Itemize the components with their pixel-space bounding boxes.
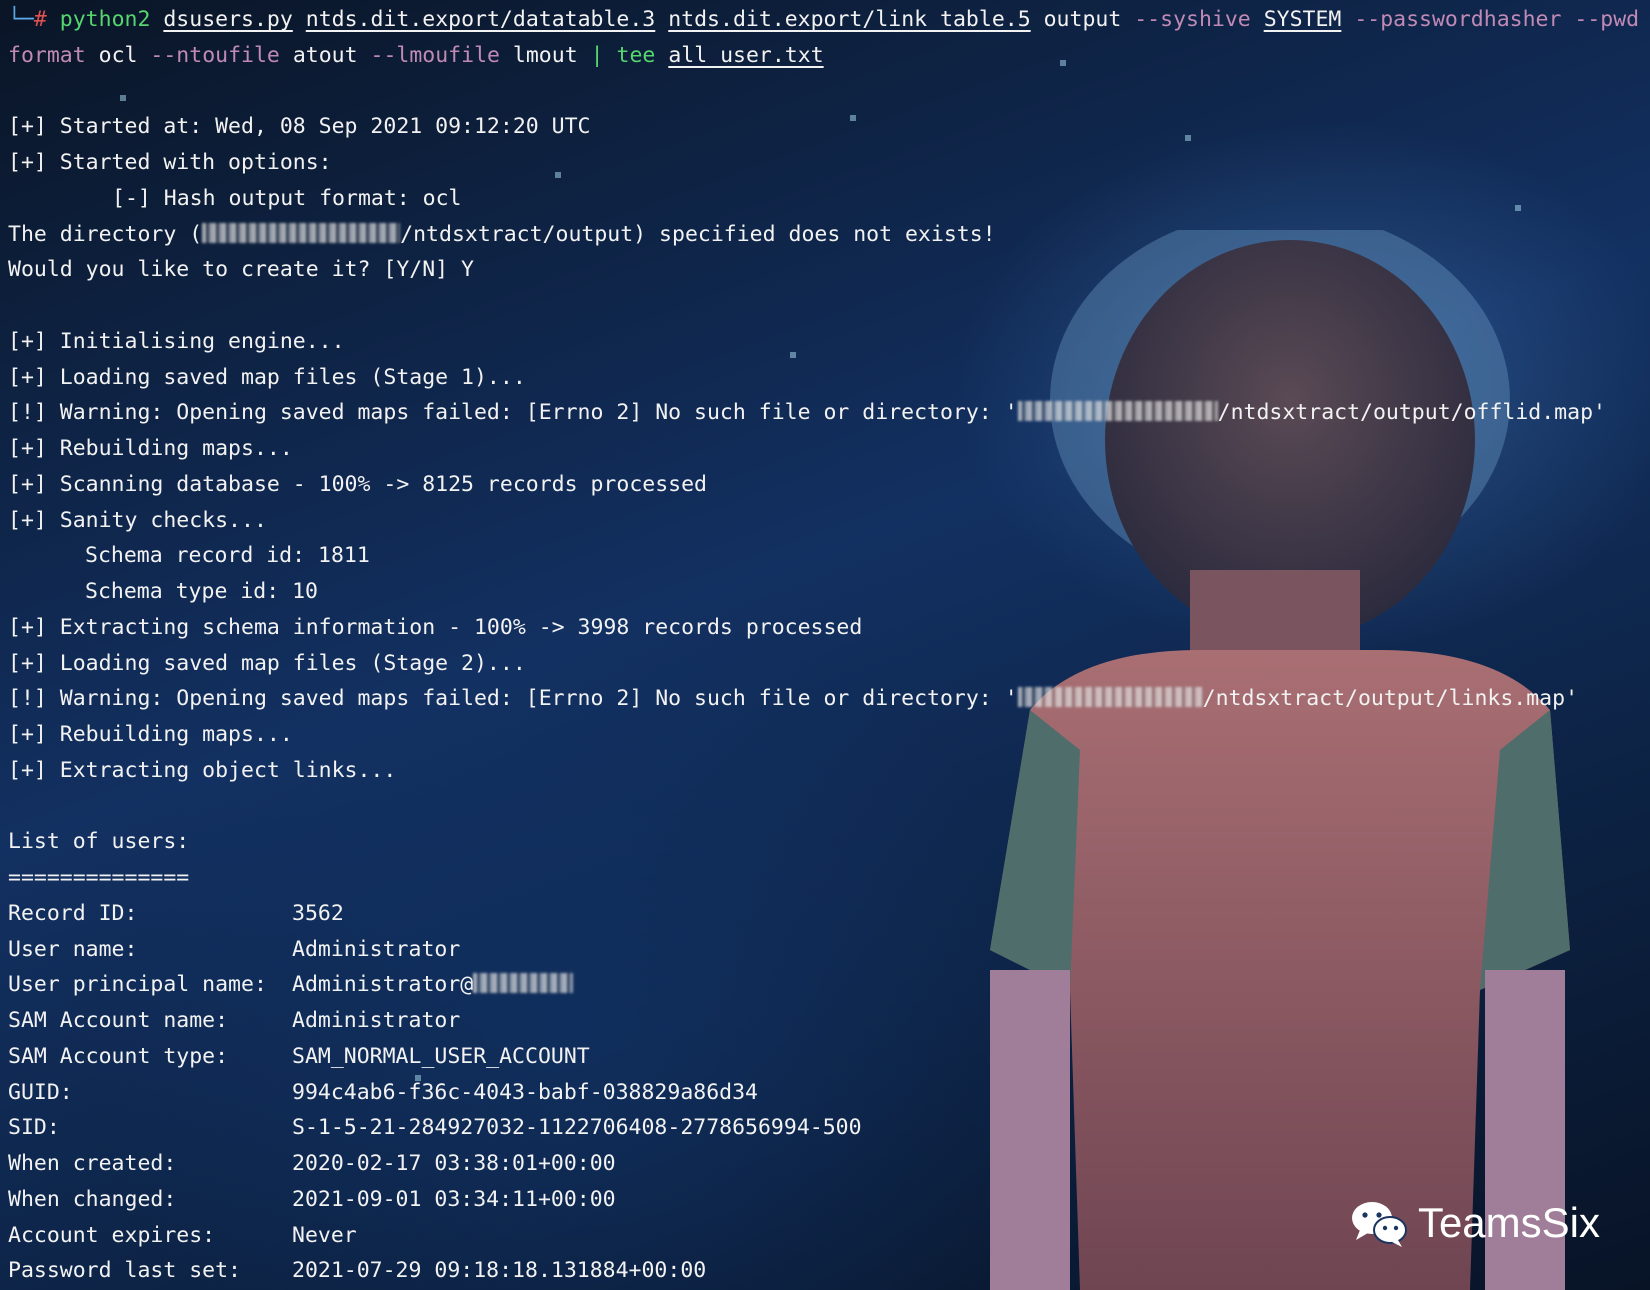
command-pwdformat-flag-start: --pwd — [1574, 7, 1640, 32]
guid-row: GUID: 994c4ab6-f36c-4043-babf-038829a86d3… — [8, 1075, 1642, 1111]
output-sanity-checks: [+] Sanity checks... — [8, 507, 267, 533]
command-ntoufile-flag: --ntoufile — [150, 42, 280, 68]
command-linktable-arg: ntds.dit.export/link_table.5 — [668, 7, 1031, 32]
wechat-icon — [1351, 1202, 1407, 1247]
upn-value: Administrator@ — [292, 972, 474, 998]
command-syshive-value: SYSTEM — [1263, 7, 1342, 32]
output-loading-stage2: [+] Loading saved map files (Stage 2)... — [8, 650, 526, 676]
field-label: Account expires: — [8, 1222, 216, 1248]
watermark-text: TeamsSix — [1417, 1199, 1600, 1246]
command-passwordhasher-flag: --passwordhasher — [1354, 7, 1562, 32]
warning-suffix: /ntdsxtract/output/offlid.map' — [1217, 400, 1606, 426]
field-label: User name: — [8, 936, 138, 962]
user-name-row: User name: Administrator — [8, 932, 1642, 968]
output-extracting-schema: [+] Extracting schema information - 100%… — [8, 614, 863, 640]
output-rebuilding-maps: [+] Rebuilding maps... — [8, 722, 293, 747]
output-extracting-links: [+] Extracting object links... — [8, 757, 397, 783]
field-value: 2021-07-29 09:18:18.131884+00:00 — [292, 1258, 707, 1284]
field-value: Administrator — [292, 1008, 461, 1033]
sam-account-name-row: SAM Account name: Administrator — [8, 1003, 1642, 1039]
terminal-output: └─# python2 dsusers.py ntds.dit.export/d… — [0, 0, 1650, 1290]
user-record-id-row: Record ID: 3562 — [8, 896, 1642, 932]
field-label: Record ID: — [8, 900, 138, 926]
output-started-at: [+] Started at: Wed, 08 Sep 2021 09:12:2… — [8, 114, 591, 140]
output-rebuilding-maps: [+] Rebuilding maps... — [8, 436, 293, 461]
field-value: 3562 — [292, 900, 344, 926]
output-loading-stage1: [+] Loading saved map files (Stage 1)... — [8, 364, 526, 390]
output-hash-format: [-] Hash output format: ocl — [112, 185, 462, 211]
warning-prefix: [!] Warning: Opening saved maps failed: … — [8, 686, 1018, 712]
field-label: SAM Account type: — [8, 1043, 229, 1069]
output-started-options: [+] Started with options: — [8, 150, 332, 175]
sid-row: SID: S-1-5-21-284927032-1122706408-277865… — [8, 1110, 1642, 1146]
command-tee-file: all_user.txt — [668, 42, 824, 68]
command-script: dsusers.py — [163, 7, 293, 32]
field-label: GUID: — [8, 1079, 73, 1105]
command-line-2: format ocl --ntoufile atout --lmoufile l… — [8, 38, 1642, 74]
command-datatable-arg: ntds.dit.export/datatable.3 — [305, 7, 656, 32]
output-create-prompt: Would you like to create it? [Y/N] Y — [8, 257, 474, 283]
output-schema-record: Schema record id: 1811 — [85, 543, 370, 569]
command-pipe: | — [590, 42, 604, 68]
output-init-engine: [+] Initialising engine... — [8, 328, 345, 354]
field-value: S-1-5-21-284927032-1122706408-2778656994… — [292, 1115, 862, 1141]
command-output-arg: output — [1043, 7, 1122, 32]
field-value: SAM_NORMAL_USER_ACCOUNT — [292, 1043, 590, 1069]
command-lmoufile-flag: --lmoufile — [370, 42, 500, 68]
field-value: 994c4ab6-f36c-4043-babf-038829a86d34 — [292, 1079, 758, 1105]
redacted-domain — [473, 973, 574, 994]
command-line-1: └─# python2 dsusers.py ntds.dit.export/d… — [8, 2, 1642, 38]
command-lmoufile-value: lmout — [512, 42, 578, 68]
field-label: SID: — [8, 1115, 60, 1141]
command-pwdformat-value: ocl — [98, 42, 138, 68]
field-label: When changed: — [8, 1186, 177, 1212]
password-last-set-row: Password last set: 2021-07-29 09:18:18.13… — [8, 1253, 1642, 1289]
warning-suffix: /ntdsxtract/output/links.map' — [1202, 686, 1579, 712]
field-value: Never — [292, 1222, 357, 1248]
command-python: python2 — [59, 7, 151, 32]
output-scanning-database: [+] Scanning database - 100% -> 8125 rec… — [8, 471, 707, 497]
output-schema-type: Schema type id: 10 — [85, 579, 318, 604]
redacted-path — [202, 222, 401, 243]
list-of-users-title: List of users: — [8, 829, 190, 855]
prompt-corner: └─ — [8, 7, 34, 32]
field-label: When created: — [8, 1151, 177, 1176]
list-of-users-rule: ============== — [8, 865, 190, 890]
sam-account-type-row: SAM Account type: SAM_NORMAL_USER_ACCOUNT — [8, 1039, 1642, 1075]
output-warning-offlid: [!] Warning: Opening saved maps failed: … — [8, 395, 1642, 431]
command-ntoufile-value: atout — [292, 42, 358, 68]
command-tee: tee — [616, 42, 656, 68]
user-principal-name-row: User principal name: Administrator@ — [8, 967, 1642, 1003]
output-warning-links: [!] Warning: Opening saved maps failed: … — [8, 681, 1642, 717]
output-directory-missing: The directory ( /ntdsxtract/output) speci… — [8, 217, 1642, 253]
command-syshive-flag: --syshive — [1134, 7, 1251, 32]
field-label: User principal name: — [8, 972, 267, 998]
field-value: 2020-02-17 03:38:01+00:00 — [292, 1151, 616, 1176]
redacted-path — [1017, 687, 1203, 708]
prompt-hash: # — [33, 7, 47, 32]
field-label: SAM Account name: — [8, 1008, 229, 1033]
redacted-path — [1017, 401, 1218, 422]
field-label: Password last set: — [8, 1258, 241, 1284]
directory-suffix: /ntdsxtract/output) specified does not e… — [400, 221, 996, 247]
watermark: TeamsSix — [1350, 1198, 1600, 1248]
command-pwdformat-flag-end: format — [8, 42, 86, 68]
field-value: 2021-09-01 03:34:11+00:00 — [292, 1186, 616, 1212]
when-created-row: When created: 2020-02-17 03:38:01+00:00 — [8, 1146, 1642, 1182]
field-value: Administrator — [292, 936, 461, 962]
directory-prefix: The directory ( — [8, 221, 203, 247]
warning-prefix: [!] Warning: Opening saved maps failed: … — [8, 400, 1018, 426]
field-value: Administrator@ — [292, 967, 574, 1003]
